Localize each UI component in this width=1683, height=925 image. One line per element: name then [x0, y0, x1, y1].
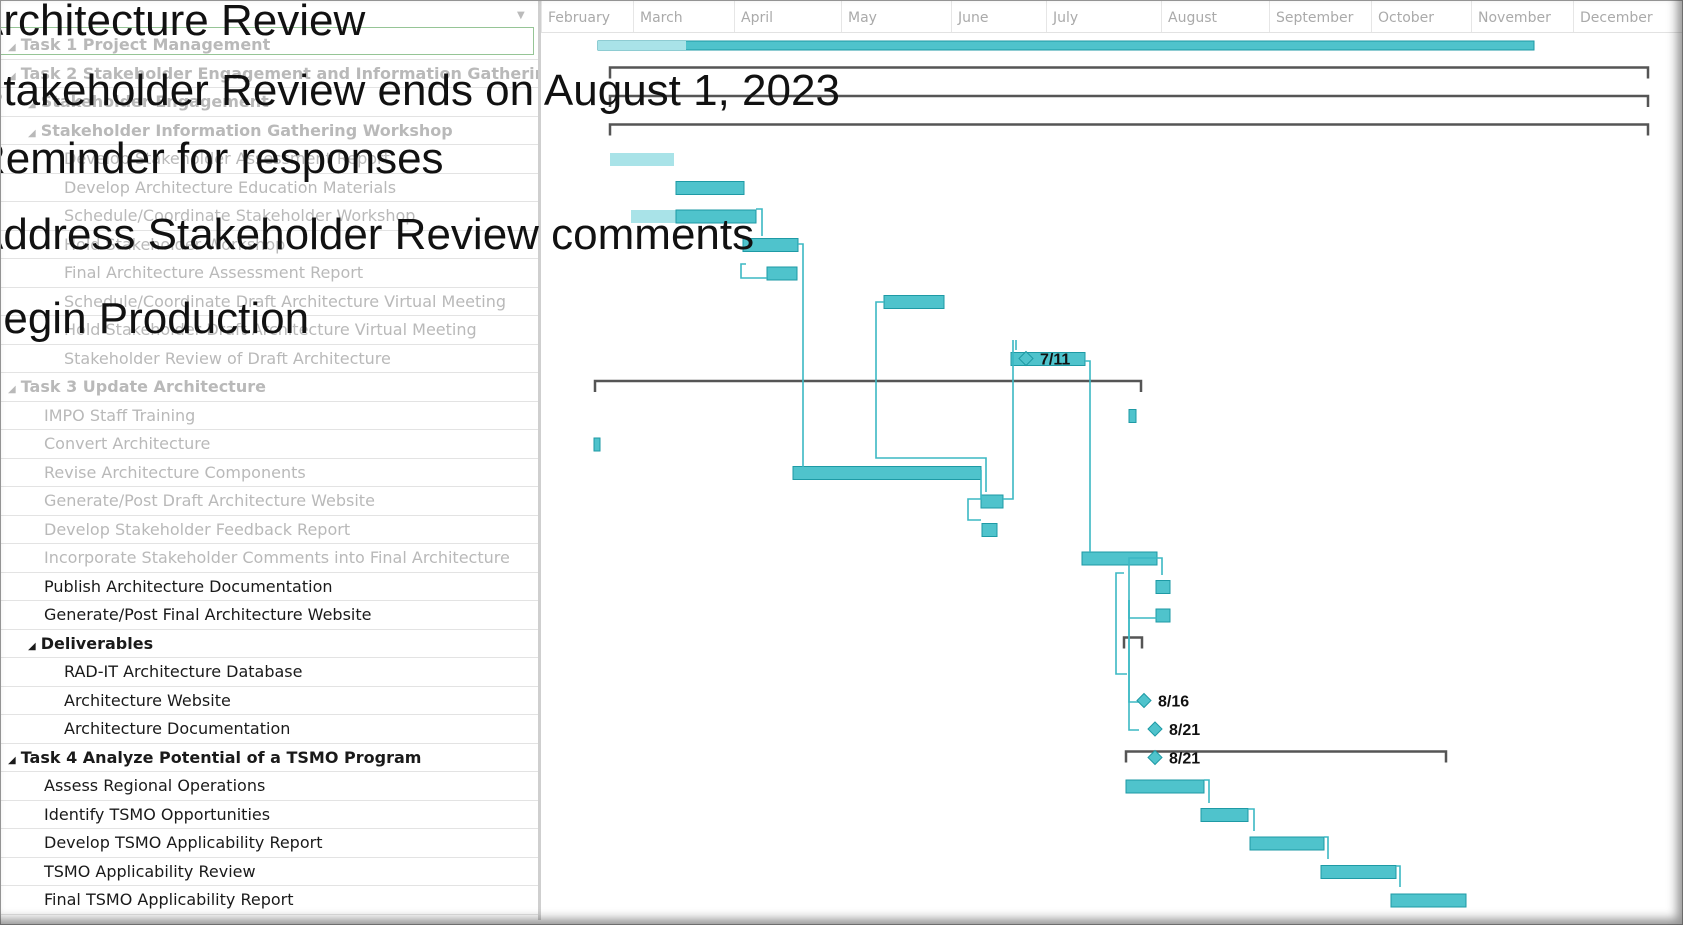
task-label: Assess Regional Operations	[44, 776, 266, 795]
task-row[interactable]: Revise Architecture Components	[0, 459, 538, 487]
task-row[interactable]: ◢ Deliverables	[0, 630, 538, 658]
dependency-link	[1157, 557, 1163, 575]
task-bar	[1249, 836, 1325, 851]
task-row[interactable]: Convert Architecture	[0, 430, 538, 459]
project-summary-progress	[598, 41, 686, 50]
task-bar	[980, 494, 1004, 509]
task-bar	[883, 295, 945, 309]
task-bar	[675, 181, 745, 195]
task-label: Publish Architecture Documentation	[44, 576, 333, 596]
summary-bar	[593, 379, 1143, 392]
task-row[interactable]: Assess Regional Operations	[0, 772, 538, 801]
summary-bar	[1122, 636, 1144, 649]
task-label: Stakeholder Review of Draft Architecture	[64, 348, 391, 368]
task-label: Revise Architecture Components	[44, 462, 306, 482]
task-label: Convert Architecture	[44, 434, 211, 453]
task-row[interactable]: Final TSMO Applicability Report	[0, 886, 538, 915]
task-row[interactable]: TSMO Applicability Review	[0, 858, 538, 886]
scroll-down-icon[interactable]: ▼	[517, 10, 525, 21]
dependency-link	[1396, 865, 1401, 887]
task-bar	[610, 153, 674, 166]
summary-bar	[608, 123, 1650, 136]
dependency-link	[740, 263, 767, 279]
milestone-label: 8/16	[1158, 694, 1189, 711]
overlay-line-3: Reminder for responses	[0, 134, 444, 183]
overlay-line-1: Architecture Review	[0, 0, 366, 45]
task-row[interactable]: Develop TSMO Applicability Report	[0, 829, 538, 858]
overlay-line-4: Address Stakeholder Review comments	[0, 210, 755, 259]
task-row[interactable]: Architecture Website	[0, 687, 538, 715]
task-row[interactable]: ◢ Task 4 Analyze Potential of a TSMO Prog…	[0, 744, 538, 772]
milestone-label: 7/11	[1040, 352, 1070, 369]
task-bar	[1125, 779, 1205, 794]
task-label: Final Architecture Assessment Report	[64, 263, 364, 282]
task-bar	[593, 437, 601, 452]
task-bar	[1390, 893, 1467, 908]
dependency-link	[1204, 779, 1210, 803]
dependency-link	[1324, 836, 1329, 859]
task-label: Final TSMO Applicability Report	[44, 890, 294, 909]
task-label: Generate/Post Draft Architecture Website	[44, 491, 375, 510]
overlay-line-2: Stakeholder Review ends on August 1, 202…	[0, 66, 840, 115]
dependency-link	[1128, 600, 1139, 731]
task-bar	[1320, 865, 1397, 879]
collapse-triangle-icon[interactable]: ◢	[28, 641, 36, 652]
task-label: Architecture Website	[64, 690, 231, 710]
task-label: Develop Stakeholder Feedback Report	[44, 519, 351, 539]
task-row[interactable]: ◢ Task 3 Update Architecture	[0, 373, 538, 402]
task-row[interactable]: Develop Stakeholder Feedback Report	[0, 516, 538, 544]
task-label: Generate/Post Final Architecture Website	[44, 605, 372, 624]
task-label: Task 3 Update Architecture	[20, 377, 266, 396]
task-label: Task 4 Analyze Potential of a TSMO Progr…	[20, 747, 422, 767]
task-bar	[1155, 608, 1171, 623]
dependency-link	[756, 208, 763, 236]
collapse-triangle-icon[interactable]: ◢	[8, 384, 16, 395]
milestone-diamond	[1147, 721, 1163, 737]
task-label: Deliverables	[40, 633, 154, 653]
task-label: TSMO Applicability Review	[44, 861, 256, 881]
task-label: Identify TSMO Opportunities	[44, 804, 271, 824]
task-bar	[981, 523, 998, 537]
milestone-label: 8/21	[1169, 751, 1200, 768]
task-label: Develop TSMO Applicability Report	[44, 833, 323, 852]
dependency-link	[1128, 557, 1157, 619]
task-row[interactable]: Publish Architecture Documentation	[0, 573, 538, 601]
task-row[interactable]: Generate/Post Draft Architecture Website	[0, 487, 538, 516]
task-label: Incorporate Stakeholder Comments into Fi…	[44, 548, 510, 567]
task-label: IMPO Staff Training	[44, 405, 196, 425]
task-bar	[766, 266, 798, 281]
dependency-link	[1115, 572, 1127, 675]
collapse-triangle-icon[interactable]: ◢	[8, 755, 16, 766]
milestone-label: 8/21	[1169, 722, 1200, 739]
gantt-bars: 7/11 8/16 8/21 8/21	[593, 40, 1650, 908]
dependency-link	[1085, 360, 1091, 552]
task-label: RAD-IT Architecture Database	[64, 662, 303, 681]
gantt-chart-area: ▼ February March April May June July August Sep…	[517, 0, 1683, 925]
dependency-link	[1128, 600, 1139, 703]
task-label: Architecture Documentation	[64, 719, 291, 738]
dependency-link	[875, 301, 987, 492]
task-row[interactable]: Architecture Documentation	[0, 715, 538, 744]
task-row[interactable]: RAD-IT Architecture Database	[0, 658, 538, 687]
task-row[interactable]: Stakeholder Review of Draft Architecture	[0, 345, 538, 373]
dependency-link	[798, 243, 804, 467]
task-bar	[1155, 580, 1171, 594]
task-row[interactable]: Final Architecture Assessment Report	[0, 259, 538, 288]
task-bar	[792, 466, 982, 480]
task-bar	[1200, 808, 1249, 822]
project-summary-bar	[597, 40, 1535, 51]
dependency-link	[1248, 808, 1255, 831]
task-row[interactable]: IMPO Staff Training	[0, 402, 538, 430]
task-bar	[1128, 409, 1137, 423]
task-row[interactable]: Generate/Post Final Architecture Website	[0, 601, 538, 630]
milestone-diamond	[1136, 692, 1152, 709]
task-row[interactable]: Identify TSMO Opportunities	[0, 801, 538, 829]
overlay-line-5: Begin Production	[0, 294, 310, 343]
task-row[interactable]: Incorporate Stakeholder Comments into Fi…	[0, 544, 538, 573]
